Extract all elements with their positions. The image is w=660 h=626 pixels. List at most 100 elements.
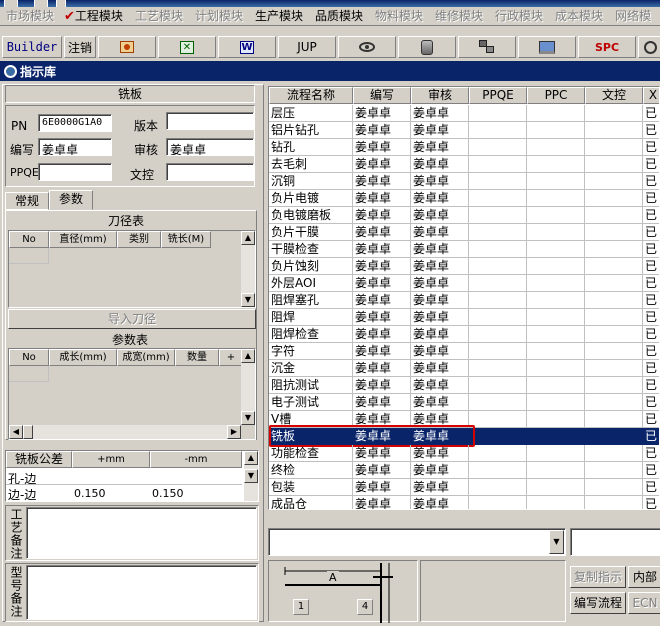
tolerance-edge-plus[interactable]: 0.150 (74, 487, 106, 500)
table-row[interactable]: 负片蚀刻 姜卓卓 姜卓卓已 (269, 258, 659, 275)
dropdown-icon[interactable] (56, 0, 66, 7)
word-button[interactable]: W (218, 36, 276, 58)
copy-instruction-button[interactable]: 复制指示 (570, 566, 626, 588)
combo-dropdown-icon[interactable]: ▼ (549, 530, 564, 554)
scroll-down-icon[interactable]: ▼ (244, 469, 258, 483)
grid-cell: 姜卓卓 (353, 275, 411, 292)
reviewer-field[interactable]: 姜卓卓 (166, 138, 254, 156)
ppt-button[interactable] (98, 36, 156, 58)
network-button[interactable] (458, 36, 516, 58)
help-icon[interactable] (34, 0, 48, 7)
param-col-width: 成宽(mm) (117, 349, 175, 366)
table-row[interactable]: 层压 姜卓卓 姜卓卓已 (269, 105, 659, 122)
menu-item-1[interactable]: ✔工程模块 (60, 7, 129, 25)
table-row[interactable]: 去毛刺 姜卓卓 姜卓卓已 (269, 156, 659, 173)
grid-cell (527, 445, 585, 462)
table-row[interactable]: 阻焊 姜卓卓 姜卓卓已 (269, 309, 659, 326)
menu-item-4[interactable]: 生产模块 (249, 7, 309, 25)
menu-item-6[interactable]: 物料模块 (369, 7, 429, 25)
logout-button[interactable]: 注销 (64, 36, 96, 58)
grid-cell: 已 (643, 377, 659, 394)
table-row[interactable]: 负片电镀 姜卓卓 姜卓卓已 (269, 190, 659, 207)
scroll-left-icon[interactable]: ◀ (9, 425, 23, 439)
ecn-button[interactable]: ECN (628, 592, 660, 614)
doc-control-field[interactable] (166, 163, 254, 181)
table-row[interactable]: 阻焊塞孔 姜卓卓 姜卓卓已 (269, 292, 659, 309)
process-combo[interactable] (268, 528, 566, 556)
menu-item-8[interactable]: 行政模块 (489, 7, 549, 25)
table-row[interactable]: 阻抗测试 姜卓卓 姜卓卓已 (269, 377, 659, 394)
extra-field[interactable] (570, 528, 660, 556)
scroll-up-icon[interactable]: ▲ (244, 451, 258, 465)
table-row[interactable]: 钻孔 姜卓卓 姜卓卓已 (269, 139, 659, 156)
internal-button[interactable]: 内部 (628, 566, 660, 588)
grid-cell (469, 224, 527, 241)
scroll-up-icon[interactable]: ▲ (241, 231, 255, 245)
table-row[interactable]: 铝片钻孔 姜卓卓 姜卓卓已 (269, 122, 659, 139)
grid-cell: 姜卓卓 (353, 326, 411, 343)
grid-cell (469, 156, 527, 173)
menu-item-0[interactable]: 市场模块 (0, 7, 60, 25)
table-row[interactable]: 负片干膜 姜卓卓 姜卓卓已 (269, 224, 659, 241)
scroll-thumb[interactable] (23, 425, 33, 439)
table-row[interactable]: 字符 姜卓卓 姜卓卓已 (269, 343, 659, 360)
table-row[interactable]: 成品仓 姜卓卓 姜卓卓已 (269, 496, 659, 509)
process-notes-field[interactable] (26, 507, 257, 559)
power-button[interactable] (638, 36, 660, 58)
tab-params[interactable]: 参数 (49, 190, 93, 210)
grid-col-header[interactable]: 审核 (411, 87, 469, 104)
grid-cell (527, 105, 585, 122)
grid-col-header[interactable]: 流程名称 (269, 87, 353, 104)
import-tool-button[interactable]: 导入刀径 (8, 309, 256, 329)
grid-cell: 已 (643, 445, 659, 462)
menu-item-10[interactable]: 网络模 (609, 7, 657, 25)
scroll-up-icon[interactable]: ▲ (241, 349, 255, 363)
menu-item-2[interactable]: 工艺模块 (129, 7, 189, 25)
menu-item-7[interactable]: 维修模块 (429, 7, 489, 25)
ppqe-field[interactable] (38, 163, 112, 181)
table-row[interactable]: 负电镀磨板 姜卓卓 姜卓卓已 (269, 207, 659, 224)
menu-item-5[interactable]: 品质模块 (309, 7, 369, 25)
grid-col-header[interactable]: 编写 (353, 87, 411, 104)
edit-flow-button[interactable]: 编写流程 (570, 592, 626, 614)
spc-button[interactable]: SPC (578, 36, 636, 58)
view-button[interactable] (338, 36, 396, 58)
param-table-hscrollbar[interactable] (9, 425, 241, 439)
tab-general[interactable]: 常规 (5, 192, 49, 210)
database-button[interactable] (398, 36, 456, 58)
table-row[interactable]: 干膜检查 姜卓卓 姜卓卓已 (269, 241, 659, 258)
builder-button[interactable]: Builder (2, 36, 62, 58)
jup-button[interactable]: JUP (278, 36, 336, 58)
tolerance-edge-minus[interactable]: 0.150 (152, 487, 184, 500)
table-row[interactable]: 沉金 姜卓卓 姜卓卓已 (269, 360, 659, 377)
table-row-selected[interactable]: 铣板 姜卓卓 姜卓卓已 (269, 428, 659, 445)
menu-item-9[interactable]: 成本模块 (549, 7, 609, 25)
table-row[interactable]: 沉铜 姜卓卓 姜卓卓已 (269, 173, 659, 190)
author-field[interactable]: 姜卓卓 (38, 138, 112, 156)
grid-cell: 已 (643, 309, 659, 326)
table-row[interactable]: 功能检查 姜卓卓 姜卓卓已 (269, 445, 659, 462)
grid-col-header[interactable]: 文控 (585, 87, 643, 104)
scroll-right-icon[interactable]: ▶ (227, 425, 241, 439)
table-row[interactable]: 电子测试 姜卓卓 姜卓卓已 (269, 394, 659, 411)
grid-cell (527, 411, 585, 428)
excel-button[interactable]: ✕ (158, 36, 216, 58)
pn-field[interactable]: 6E0000G1A0 (38, 114, 112, 132)
menu-item-3[interactable]: 计划模块 (189, 7, 249, 25)
table-row[interactable]: 外层AOI 姜卓卓 姜卓卓已 (269, 275, 659, 292)
table-row[interactable]: 终检 姜卓卓 姜卓卓已 (269, 462, 659, 479)
scroll-down-icon[interactable]: ▼ (241, 411, 255, 425)
computer-button[interactable] (518, 36, 576, 58)
table-row[interactable]: 包装 姜卓卓 姜卓卓已 (269, 479, 659, 496)
grid-col-header[interactable]: X (643, 87, 659, 104)
ppqe-label: PPQE (10, 166, 39, 179)
grid-col-header[interactable]: PPQE (469, 87, 527, 104)
table-row[interactable]: V槽 姜卓卓 姜卓卓已 (269, 411, 659, 428)
grid-col-header[interactable]: PPC (527, 87, 585, 104)
grid-cell (585, 139, 643, 156)
version-field[interactable] (166, 112, 254, 130)
scroll-down-icon[interactable]: ▼ (241, 293, 255, 307)
type-notes-field[interactable] (26, 565, 257, 620)
param-col-no: No (9, 349, 49, 366)
table-row[interactable]: 阻焊检查 姜卓卓 姜卓卓已 (269, 326, 659, 343)
